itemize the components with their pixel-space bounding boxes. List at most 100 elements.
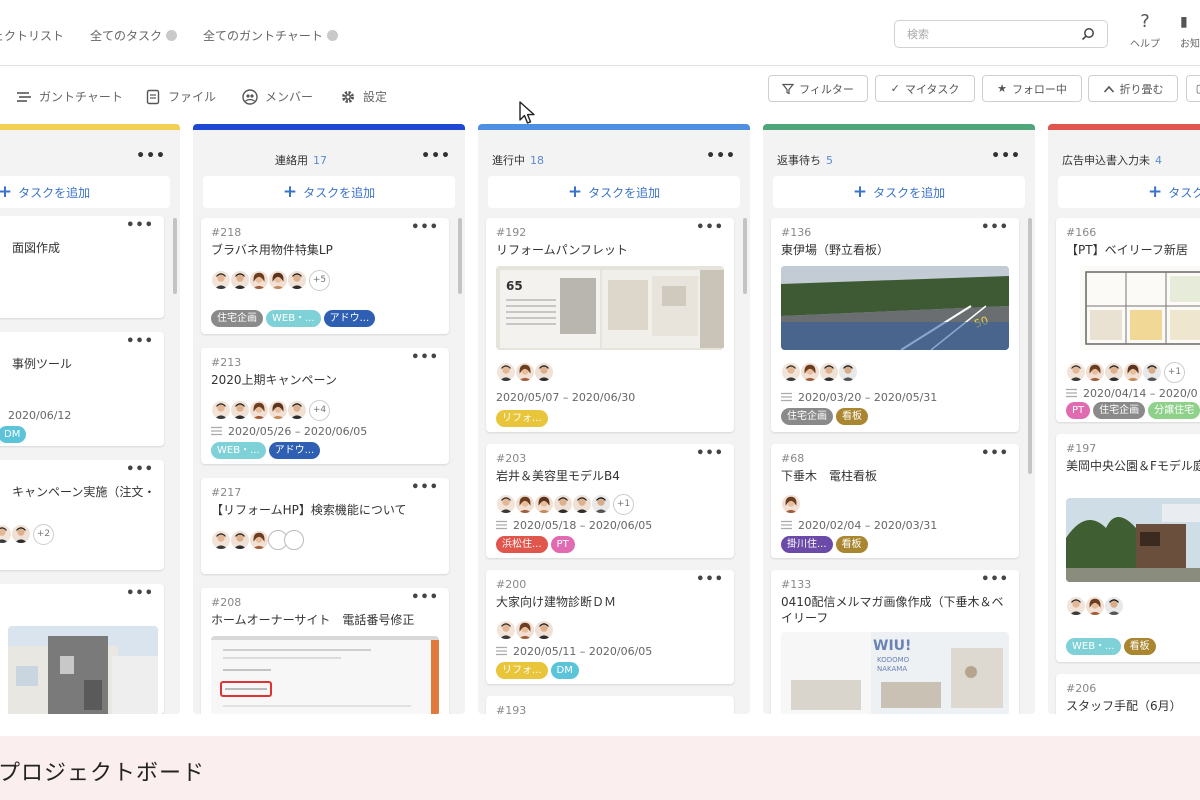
more-icon[interactable]: •••: [981, 446, 1009, 461]
task-card[interactable]: #203 ••• 岩井＆美容里モデルB4 +1 2020/05/18 – 202…: [486, 444, 734, 558]
members-icon: [242, 88, 258, 105]
task-card[interactable]: #206 スタッフ手配（6月）: [1056, 674, 1200, 714]
more-icon[interactable]: •••: [981, 220, 1009, 235]
more-icon[interactable]: •••: [706, 148, 736, 164]
column-scrollbar[interactable]: [173, 218, 177, 294]
task-card[interactable]: ••• 面図作成: [0, 216, 164, 318]
kanban-board: 3 ••• + タスクを追加 ••• 面図作成 ••• 事例ツール 2020/0…: [0, 124, 1200, 736]
add-task-button[interactable]: + タスクを追加: [488, 176, 740, 208]
more-icon[interactable]: •••: [411, 220, 439, 235]
more-icon[interactable]: •••: [411, 480, 439, 495]
more-icon[interactable]: •••: [411, 590, 439, 605]
filter-label: フィルター: [799, 82, 854, 96]
tag: 看板: [835, 536, 868, 553]
plus-icon: +: [1148, 181, 1163, 202]
filter-button[interactable]: フィルター: [768, 75, 868, 102]
card-id: #218: [211, 226, 242, 239]
assignee-avatars: +5: [211, 268, 330, 292]
tab-members[interactable]: メンバー: [242, 88, 313, 105]
more-icon[interactable]: •••: [126, 218, 154, 233]
tag: リフォ...: [496, 410, 548, 427]
info-icon: [326, 30, 338, 41]
more-icon[interactable]: •••: [991, 148, 1021, 164]
add-task-label: タスクを追加: [1168, 185, 1200, 200]
more-assignees-badge[interactable]: +5: [309, 269, 330, 291]
help-button[interactable]: ? ヘルプ: [1124, 12, 1166, 51]
add-task-button[interactable]: + タスクを追加: [773, 176, 1025, 208]
card-title: ブラバネ用物件特集LP: [211, 243, 333, 257]
more-assignees-badge[interactable]: +2: [33, 523, 54, 545]
more-icon[interactable]: •••: [411, 350, 439, 365]
task-card[interactable]: #218 ••• ブラバネ用物件特集LP +5 住宅企画 WEB・... アドウ…: [201, 218, 449, 334]
nav-all-gantt[interactable]: 全てのガントチャート: [203, 27, 338, 44]
column-header: 進行中 18 •••: [478, 148, 750, 168]
notice-button[interactable]: ▮ お知: [1180, 12, 1200, 50]
task-card[interactable]: #200 ••• 大家向け建物診断ＤＭ 2020/05/11 – 2020/06…: [486, 570, 734, 684]
more-icon[interactable]: •••: [696, 220, 724, 235]
more-icon[interactable]: •••: [696, 572, 724, 587]
list-icon: [1066, 388, 1077, 398]
my-tasks-button[interactable]: ✓ マイタスク: [875, 75, 975, 102]
tag: 分譲住宅: [1148, 402, 1200, 419]
nav-all-tasks-label: 全てのタスク: [90, 29, 163, 43]
task-card[interactable]: #208 ••• ホームオーナーサイト 電話番号修正: [201, 588, 449, 714]
more-options-button[interactable]: ▢: [1186, 75, 1200, 102]
card-tags: 住宅企画 看板: [781, 408, 868, 426]
tab-file[interactable]: ファイル: [145, 88, 216, 105]
card-date-text: 2020/05/26 – 2020/06/05: [228, 424, 368, 438]
add-task-label: タスクを追加: [588, 185, 661, 200]
more-icon[interactable]: •••: [126, 334, 154, 349]
collapse-button[interactable]: 折り畳む: [1088, 75, 1178, 102]
tab-settings[interactable]: 設定: [340, 88, 387, 105]
tab-gantt[interactable]: ガントチャート: [16, 88, 123, 105]
task-card[interactable]: #213 ••• 2020上期キャンペーン +4 2020/05/26 – 20…: [201, 348, 449, 464]
board-column: 3 ••• + タスクを追加 ••• 面図作成 ••• 事例ツール 2020/0…: [0, 124, 180, 714]
board-column: 進行中 18 ••• + タスクを追加 #192 ••• リフォームパンフレット …: [478, 124, 750, 714]
card-title: ホームオーナーサイト 電話番号修正: [211, 613, 415, 627]
more-assignees-badge[interactable]: +1: [613, 493, 634, 515]
avatar: [781, 362, 801, 382]
card-date: 2020/04/14 – 2020/0: [1066, 386, 1198, 400]
more-assignees-badge[interactable]: +1: [1164, 361, 1185, 383]
task-card[interactable]: #193: [486, 696, 734, 714]
add-task-button[interactable]: + タスクを追加: [0, 176, 170, 208]
task-card[interactable]: #68 ••• 下垂木 電柱看板 2020/02/04 – 2020/03/31…: [771, 444, 1019, 558]
nav-project-list[interactable]: ェクトリスト: [0, 27, 64, 44]
following-button[interactable]: ★ フォロー中: [982, 75, 1082, 102]
avatar: [1085, 362, 1105, 382]
task-card[interactable]: •••: [0, 584, 164, 714]
task-card[interactable]: #166 【PT】ベイリーフ新居 +1 2020/04/14 – 2020/0 …: [1056, 218, 1200, 422]
add-task-button[interactable]: + タスクを追加: [203, 176, 455, 208]
task-card[interactable]: ••• 事例ツール 2020/06/12 DM: [0, 332, 164, 446]
column-scrollbar[interactable]: [458, 218, 462, 294]
more-icon[interactable]: •••: [126, 586, 154, 601]
column-scrollbar[interactable]: [743, 218, 747, 294]
card-date-text: 2020/05/07 – 2020/06/30: [496, 390, 636, 404]
more-assignees-badge[interactable]: +4: [309, 399, 330, 421]
task-card[interactable]: #217 ••• 【リフォームHP】検索機能について: [201, 478, 449, 574]
column-scrollbar[interactable]: [1028, 218, 1032, 474]
avatar: [211, 400, 231, 420]
more-icon[interactable]: •••: [696, 446, 724, 461]
more-icon[interactable]: •••: [981, 572, 1009, 587]
assignee-avatars: [1066, 594, 1124, 618]
more-icon[interactable]: •••: [421, 148, 451, 164]
nav-all-tasks[interactable]: 全てのタスク: [90, 27, 178, 44]
add-task-button[interactable]: + タスクを追加: [1058, 176, 1200, 208]
task-card[interactable]: #192 ••• リフォームパンフレット 65 2020/05/07 – 202…: [486, 218, 734, 432]
column-header: 広告申込書入力未 4: [1048, 150, 1200, 168]
avatar: [781, 494, 801, 514]
more-icon[interactable]: •••: [126, 462, 154, 477]
task-card[interactable]: #136 ••• 東伊場（野立看板） 50: [771, 218, 1019, 432]
card-title: 2020上期キャンペーン: [211, 373, 337, 387]
more-icon[interactable]: •••: [136, 148, 166, 164]
search-input[interactable]: [907, 26, 1072, 43]
add-task-label: タスクを追加: [873, 185, 946, 200]
card-date: 2020/05/07 – 2020/06/30: [496, 390, 635, 404]
task-card[interactable]: #197 美岡中央公園＆Fモデル庭更新・削除 WEB・... 看: [1056, 434, 1200, 662]
search-icon[interactable]: [1081, 27, 1095, 41]
task-card[interactable]: #133 ••• 0410配信メルマガ画像作成（下垂木＆ベイリーフ WIU! K…: [771, 570, 1019, 714]
avatar: [230, 530, 250, 550]
task-card[interactable]: ••• キャンペーン実施（注文・ +2: [0, 460, 164, 570]
card-title: 【PT】ベイリーフ新居: [1066, 243, 1188, 257]
